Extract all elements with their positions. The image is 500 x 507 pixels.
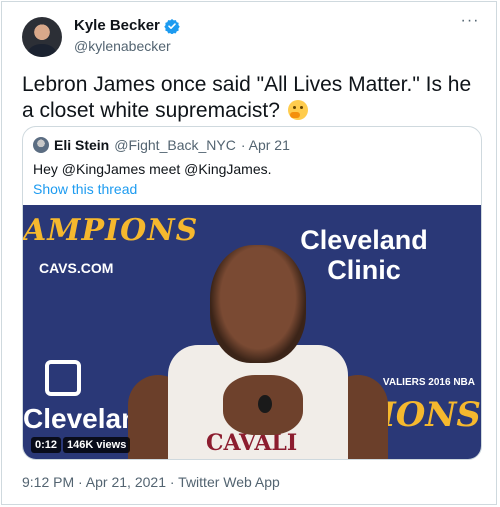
backdrop-nba-text: VALIERS 2016 NBA: [382, 377, 475, 388]
subject-head: [210, 245, 306, 363]
author-avatar[interactable]: [22, 17, 62, 57]
video-views: 146K views: [63, 437, 131, 453]
tweet-card[interactable]: Kyle Becker @kylenabecker ··· Lebron Jam…: [1, 1, 497, 505]
quoted-text: Hey @KingJames meet @KingJames.: [33, 161, 272, 177]
more-options-icon[interactable]: ···: [458, 12, 482, 32]
tweet-text: Lebron James once said "All Lives Matter…: [22, 72, 486, 124]
video-subject: CAVALI: [128, 245, 388, 459]
quoted-tweet[interactable]: Eli Stein @Fight_Back_NYC · Apr 21 Hey @…: [22, 126, 482, 460]
quoted-author-name[interactable]: Eli Stein: [54, 137, 109, 153]
tweet-meta[interactable]: 9:12 PM · Apr 21, 2021 · Twitter Web App: [22, 474, 280, 490]
quoted-date[interactable]: · Apr 21: [241, 137, 290, 153]
video-timestamp: 0:12: [31, 437, 62, 453]
microphone-icon: [258, 395, 272, 413]
backdrop-cavs-url: CAVS.COM: [39, 260, 114, 276]
quoted-header: Eli Stein @Fight_Back_NYC · Apr 21: [33, 137, 290, 153]
quoted-author-avatar[interactable]: [33, 137, 49, 153]
thinking-face-emoji: [287, 100, 308, 120]
show-thread-link[interactable]: Show this thread: [33, 181, 137, 197]
quoted-author-handle[interactable]: @Fight_Back_NYC: [114, 137, 236, 153]
backdrop-champions-left: AMPIONS: [23, 213, 199, 248]
verified-icon: [164, 18, 180, 34]
author-handle[interactable]: @kylenabecker: [74, 38, 171, 54]
tweet-body: Lebron James once said "All Lives Matter…: [22, 73, 472, 122]
video-player[interactable]: AMPIONS CAVS.COM Cleveland Clinic Clevel…: [23, 205, 481, 459]
author-name[interactable]: Kyle Becker: [74, 17, 160, 34]
author-name-row: Kyle Becker: [74, 17, 180, 34]
backdrop-logo-icon: [45, 360, 81, 396]
